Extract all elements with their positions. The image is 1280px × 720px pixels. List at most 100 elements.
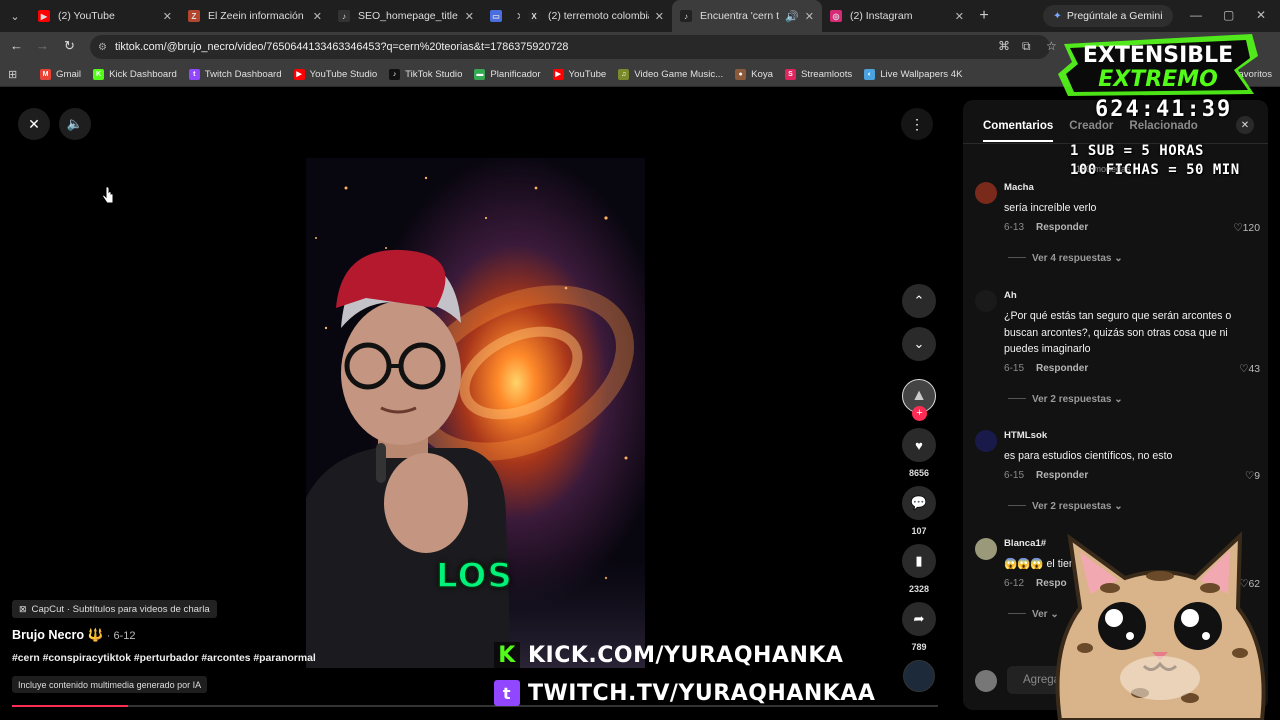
reload-icon[interactable]: ↻ bbox=[64, 38, 75, 54]
tab-5[interactable]: ♪ Encuentra 'cern teorias' 🔊 ✕ bbox=[672, 0, 822, 32]
tab-title: Encuentra 'cern teorias' bbox=[700, 10, 780, 22]
speaker-icon[interactable]: 🔊 bbox=[785, 10, 799, 23]
tab-close-icon[interactable]: ✕ bbox=[465, 10, 474, 23]
panel-tab-relacionado[interactable]: Relacionado bbox=[1129, 120, 1197, 142]
comment-like-count: 120 bbox=[1242, 222, 1260, 234]
next-video-button[interactable]: ⌄ bbox=[902, 327, 936, 361]
panel-tab-creador[interactable]: Creador bbox=[1069, 120, 1113, 142]
site-info-icon[interactable]: ⚙ bbox=[98, 42, 107, 53]
more-options-button[interactable]: ⋮ bbox=[901, 108, 933, 140]
comment-like-button[interactable]: ♡120 bbox=[1233, 222, 1260, 234]
tab-close-icon[interactable]: ✕ bbox=[655, 10, 664, 23]
tab-1[interactable]: Z El Zeein información - Cla ✕ bbox=[180, 0, 330, 32]
save-button[interactable]: ▮ bbox=[902, 544, 936, 578]
share-button[interactable]: ➦ bbox=[902, 602, 936, 636]
capcut-icon: ⊠ bbox=[19, 603, 27, 614]
tab-3[interactable]: ▭✕ bbox=[482, 0, 520, 32]
hashtags[interactable]: #cern #conspiracytiktok #perturbador #ar… bbox=[12, 653, 316, 664]
gemini-button[interactable]: ✦ Pregúntale a Gemini bbox=[1043, 5, 1173, 27]
bookmark-icon: ▶ bbox=[293, 68, 305, 80]
commenter-name[interactable]: Ah bbox=[1004, 290, 1017, 301]
forward-icon[interactable]: → bbox=[36, 38, 49, 53]
bookmark-item[interactable]: t Twitch Dashboard bbox=[188, 68, 282, 80]
commenter-avatar[interactable] bbox=[975, 538, 997, 560]
maximize-icon[interactable]: ▢ bbox=[1223, 8, 1234, 22]
comment-item: Macha sería increíble verlo 6-13 Responder ♡… bbox=[975, 182, 1260, 272]
extensible-extremo-logo: EXTENSIBLE EXTREMO bbox=[1058, 34, 1258, 96]
reply-link[interactable]: Responder bbox=[1036, 363, 1088, 374]
tab-6[interactable]: ◎ (2) Instagram ✕ bbox=[822, 0, 972, 32]
kick-url: KICK.COM/YURAQHANKA bbox=[528, 642, 844, 668]
url-field[interactable]: ⚙ tiktok.com/@brujo_necro/video/76506441… bbox=[90, 35, 1050, 59]
window-close-icon[interactable]: ✕ bbox=[1256, 8, 1266, 22]
previous-video-button[interactable]: ⌃ bbox=[902, 284, 936, 318]
author-name[interactable]: Brujo Necro bbox=[12, 628, 84, 642]
commenter-name[interactable]: HTMLsok bbox=[1004, 430, 1047, 441]
comment-like-button[interactable]: ♡43 bbox=[1239, 363, 1260, 375]
twitch-link: t TWITCH.TV/YURAQHANKAA bbox=[494, 678, 875, 708]
bookmark-item[interactable]: S Streamloots bbox=[785, 68, 852, 80]
bookmark-item[interactable]: ♫ Video Game Music... bbox=[618, 68, 723, 80]
view-replies-link[interactable]: Ver 2 respuestas ⌄ bbox=[1008, 394, 1123, 405]
comment-button[interactable]: 💬 bbox=[902, 486, 936, 520]
tab-favicon: ▭ bbox=[490, 10, 502, 22]
twitch-logo-icon: t bbox=[494, 680, 520, 706]
tab-close-icon[interactable]: ✕ bbox=[955, 10, 964, 23]
tab-0[interactable]: ▶ (2) YouTube ✕ bbox=[30, 0, 180, 32]
minimize-icon[interactable]: — bbox=[1190, 8, 1202, 22]
comment-like-button[interactable]: ♡9 bbox=[1245, 470, 1260, 482]
bookmark-item[interactable]: ▶ YouTube Studio bbox=[293, 68, 377, 80]
bookmark-item[interactable]: ♪ TikTok Studio bbox=[389, 68, 462, 80]
tab-close-icon[interactable]: ✕ bbox=[163, 10, 172, 23]
commenter-avatar[interactable] bbox=[975, 182, 997, 204]
like-button[interactable]: ♥ bbox=[902, 428, 936, 462]
bookmark-icon: ● bbox=[735, 68, 747, 80]
tab-close-icon[interactable]: ✕ bbox=[805, 10, 814, 23]
tab-4[interactable]: X (2) terremoto colombia - S ✕ bbox=[520, 0, 672, 32]
bookmark-item[interactable]: K Kick Dashboard bbox=[93, 68, 177, 80]
tab-title: (2) terremoto colombia - S bbox=[548, 10, 649, 22]
commenter-avatar[interactable] bbox=[975, 290, 997, 312]
tab-close-icon[interactable]: ✕ bbox=[313, 10, 322, 23]
tab-favicon: ◎ bbox=[830, 10, 842, 22]
commenter-avatar[interactable] bbox=[975, 430, 997, 452]
tab-2[interactable]: ♪ SEO_homepage_title ✕ bbox=[330, 0, 482, 32]
reply-link[interactable]: Responder bbox=[1036, 222, 1088, 233]
apps-grid-icon[interactable]: ⊞ bbox=[8, 68, 26, 81]
commenter-name[interactable]: Macha bbox=[1004, 182, 1034, 193]
close-panel-button[interactable]: ✕ bbox=[1236, 116, 1254, 134]
view-replies-link[interactable]: Ver 2 respuestas ⌄ bbox=[1008, 501, 1123, 512]
comment-date: 6-15 bbox=[1004, 362, 1025, 374]
reply-link[interactable]: Responder bbox=[1036, 470, 1088, 481]
close-icon: ✕ bbox=[1240, 119, 1250, 131]
install-icon[interactable]: ⧉ bbox=[1022, 39, 1031, 54]
bookmark-label: Koya bbox=[751, 68, 773, 80]
volume-button[interactable]: 🔈 bbox=[59, 108, 91, 140]
bookmark-item[interactable]: ▶ YouTube bbox=[552, 68, 607, 80]
panel-tab-comentarios[interactable]: Comentarios bbox=[983, 120, 1054, 142]
close-video-button[interactable]: ✕ bbox=[18, 108, 50, 140]
bookmark-item[interactable]: ● Koya bbox=[735, 68, 773, 80]
tab-search-button[interactable]: ⌄ bbox=[0, 0, 30, 32]
bookmark-icon: S bbox=[785, 68, 796, 80]
capcut-tag[interactable]: ⊠ CapCut · Subtítulos para videos de cha… bbox=[12, 600, 217, 618]
back-icon[interactable]: ← bbox=[10, 38, 23, 53]
translate-icon[interactable]: ⌘ bbox=[998, 39, 1010, 53]
music-disc-icon[interactable] bbox=[903, 660, 935, 692]
bookmark-icon: ♪ bbox=[389, 68, 401, 80]
bookmark-item[interactable]: ▬ Planificador bbox=[474, 68, 541, 80]
kick-link: K KICK.COM/YURAQHANKA bbox=[494, 640, 843, 670]
tab-favicon: ♪ bbox=[338, 10, 350, 22]
bookmark-item[interactable]: M Gmail bbox=[40, 68, 81, 80]
logo-line-1: EXTENSIBLE bbox=[1083, 43, 1233, 68]
video-player[interactable]: LOS bbox=[306, 158, 645, 668]
chevron-down-icon: ⌄ bbox=[10, 10, 20, 23]
new-tab-button[interactable]: + bbox=[972, 7, 996, 25]
bookmark-icon: ▬ bbox=[474, 68, 486, 80]
bookmark-label: YouTube bbox=[568, 68, 607, 80]
view-replies-link[interactable]: Ver 4 respuestas ⌄ bbox=[1008, 253, 1123, 264]
comment-meta: 6-15 Responder bbox=[1004, 470, 1088, 481]
bookmark-item[interactable]: ◐ Live Wallpapers 4K bbox=[864, 68, 962, 80]
bookmark-star-icon[interactable]: ☆ bbox=[1046, 39, 1057, 53]
follow-plus-icon[interactable]: + bbox=[912, 406, 927, 421]
